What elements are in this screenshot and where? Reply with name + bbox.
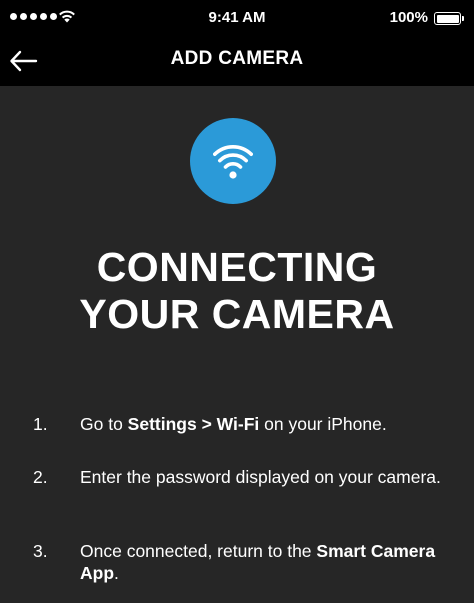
battery-icon xyxy=(434,12,464,25)
step-number: 1. xyxy=(33,414,48,434)
wifi-status-badge xyxy=(190,118,276,204)
step-text: Enter the password displayed on your cam… xyxy=(80,467,441,487)
wifi-icon xyxy=(213,144,253,179)
page-heading: CONNECTING YOUR CAMERA xyxy=(0,244,474,338)
navigation-bar: ADD CAMERA xyxy=(0,36,474,86)
battery-percentage: 100% xyxy=(389,9,428,26)
step-text: Go to Settings > Wi-Fi on your iPhone. xyxy=(80,414,387,434)
status-bar: 9:41 AM 100% xyxy=(0,0,474,36)
heading-line-1: CONNECTING xyxy=(96,244,378,290)
step-number: 3. xyxy=(33,541,48,561)
add-camera-screen: 9:41 AM 100% ADD CAMERA CONNECTING YOUR … xyxy=(0,0,474,603)
step-number: 2. xyxy=(33,467,48,487)
wifi-label: Wi-Fi xyxy=(216,414,260,434)
settings-label: Settings xyxy=(127,414,197,434)
nav-title: ADD CAMERA xyxy=(170,48,304,69)
heading-line-2: YOUR CAMERA xyxy=(79,291,395,337)
step-text: Once connected, return to the Smart Came… xyxy=(80,541,436,583)
